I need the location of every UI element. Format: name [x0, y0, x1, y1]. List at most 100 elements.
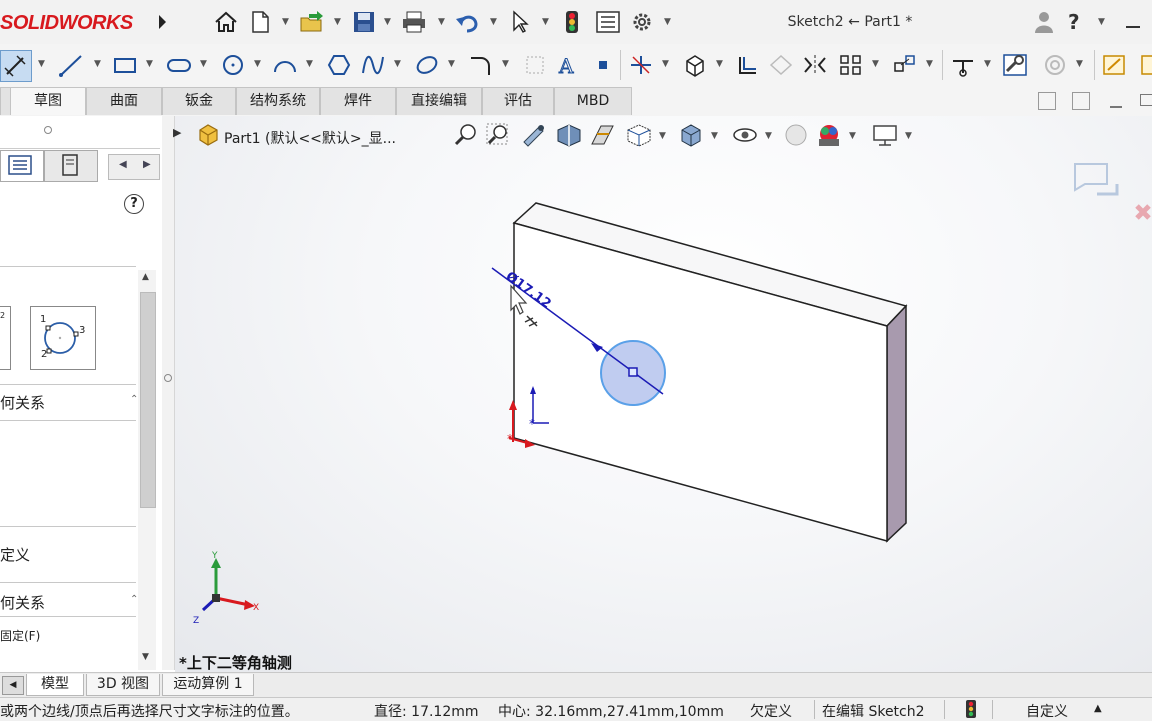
tile-left-icon[interactable]	[1038, 92, 1056, 110]
circle-dropdown-caret[interactable]: ▼	[254, 59, 261, 69]
arc-icon[interactable]	[270, 50, 300, 80]
quick-snaps-icon[interactable]	[1040, 50, 1070, 80]
print-dropdown-caret[interactable]: ▼	[438, 17, 445, 27]
help-circle-icon[interactable]: ?	[124, 194, 144, 214]
tab-direct-editing[interactable]: 直接编辑	[396, 87, 482, 115]
save-dropdown-caret[interactable]: ▼	[384, 17, 391, 27]
print-icon[interactable]	[400, 8, 428, 36]
fillet-icon[interactable]	[466, 50, 496, 80]
ellipse-dropdown-caret[interactable]: ▼	[448, 59, 455, 69]
unit-system-selector[interactable]: 自定义	[1026, 701, 1068, 721]
pane-grip-icon[interactable]	[44, 126, 52, 134]
home-icon[interactable]	[212, 8, 240, 36]
tab-3d-views[interactable]: 3D 视图	[86, 674, 160, 696]
tile-right-icon[interactable]	[1072, 92, 1090, 110]
polygon-icon[interactable]	[324, 50, 354, 80]
tab-structure-system[interactable]: 结构系统	[236, 87, 320, 115]
open-dropdown-caret[interactable]: ▼	[334, 17, 341, 27]
scroll-right-icon[interactable]: ▶	[143, 159, 151, 170]
convert-dropdown-caret[interactable]: ▼	[716, 59, 723, 69]
move-icon[interactable]	[890, 50, 920, 80]
help-button[interactable]: ?	[1068, 10, 1080, 34]
spline-icon[interactable]	[358, 50, 388, 80]
existing-relations-heading[interactable]: 何关系	[0, 392, 45, 413]
menu-expand-arrow-icon[interactable]	[148, 8, 176, 36]
property-manager-tab-icon[interactable]	[44, 150, 98, 182]
fix-relation-option[interactable]: 固定(F)	[0, 627, 40, 644]
smart-dimension-icon[interactable]	[0, 50, 32, 82]
unit-system-caret-icon[interactable]: ▲	[1094, 703, 1102, 714]
dot-icon[interactable]	[588, 50, 618, 80]
minimize-doc-icon[interactable]	[1110, 106, 1122, 108]
options-dropdown-caret[interactable]: ▼	[664, 17, 671, 27]
reference-triad[interactable]: Y X Z	[189, 548, 269, 628]
minimize-window-icon[interactable]	[1126, 26, 1140, 28]
convert-entities-icon[interactable]	[680, 50, 710, 80]
slot-dropdown-caret[interactable]: ▼	[200, 59, 207, 69]
offset-on-surface-icon[interactable]	[766, 50, 796, 80]
line-icon[interactable]	[56, 50, 86, 80]
perimeter-circle-type-button[interactable]: 1 2 3	[30, 306, 96, 370]
arc-dropdown-caret[interactable]: ▼	[306, 59, 313, 69]
undo-dropdown-caret[interactable]: ▼	[490, 17, 497, 27]
pattern-dropdown-caret[interactable]: ▼	[872, 59, 879, 69]
new-dropdown-caret[interactable]: ▼	[282, 17, 289, 27]
pane-tab-scroller[interactable]: ◀ ▶	[108, 154, 160, 180]
tab-sketch[interactable]: 草图	[10, 87, 86, 115]
instant2d-icon[interactable]	[1100, 50, 1130, 80]
text-icon[interactable]: A	[554, 50, 584, 80]
mirror-icon[interactable]	[800, 50, 830, 80]
graphics-area[interactable]: ▶ Part1 (默认<<默认>_显... ▼ ▼ ▼ ▼ ▼ Ø17.12 *…	[173, 116, 1152, 672]
move-dropdown-caret[interactable]: ▼	[926, 59, 933, 69]
options-gear-icon[interactable]	[628, 8, 656, 36]
tab-model[interactable]: 模型	[26, 674, 84, 696]
rectangle-dropdown-caret[interactable]: ▼	[146, 59, 153, 69]
open-icon[interactable]	[298, 8, 326, 36]
spline-dropdown-caret[interactable]: ▼	[394, 59, 401, 69]
line-dropdown-caret[interactable]: ▼	[94, 59, 101, 69]
undo-icon[interactable]	[454, 8, 482, 36]
ellipse-icon[interactable]	[412, 50, 442, 80]
trim-dropdown-caret[interactable]: ▼	[662, 59, 669, 69]
rebuild-status-icon[interactable]	[966, 700, 976, 722]
rebuild-traffic-light-icon[interactable]	[558, 8, 586, 36]
circle-icon[interactable]	[218, 50, 248, 80]
add-relations-heading[interactable]: 何关系	[0, 592, 45, 613]
display-relations-icon[interactable]	[948, 50, 978, 80]
splitter-grip-icon[interactable]	[164, 374, 172, 382]
pane-scrollbar[interactable]: ▲ ▼	[138, 270, 156, 670]
user-account-icon[interactable]	[1030, 8, 1058, 36]
feature-manager-tab-icon[interactable]	[0, 150, 44, 182]
select-dropdown-caret[interactable]: ▼	[542, 17, 549, 27]
scrollbar-thumb[interactable]	[140, 292, 156, 508]
center-circle-type-button[interactable]: 2	[0, 306, 11, 370]
select-pointer-icon[interactable]	[506, 8, 534, 36]
scroll-up-icon[interactable]: ▲	[142, 272, 149, 282]
new-document-icon[interactable]	[246, 8, 274, 36]
offset-icon[interactable]	[732, 50, 762, 80]
linear-pattern-icon[interactable]	[836, 50, 866, 80]
help-dropdown-caret[interactable]: ▼	[1098, 17, 1105, 27]
rectangle-icon[interactable]	[110, 50, 140, 80]
point-icon[interactable]	[520, 50, 550, 80]
tab-surfaces[interactable]: 曲面	[86, 87, 162, 115]
part-model-canvas[interactable]: Ø17.12 * *	[175, 116, 1152, 672]
scroll-left-icon[interactable]: ◀	[119, 159, 127, 170]
slot-icon[interactable]	[164, 50, 194, 80]
restore-doc-icon[interactable]	[1140, 94, 1152, 106]
save-icon[interactable]	[350, 8, 378, 36]
scroll-down-icon[interactable]: ▼	[142, 652, 149, 662]
tab-weldments[interactable]: 焊件	[320, 87, 396, 115]
tab-evaluate[interactable]: 评估	[482, 87, 554, 115]
tab-motion-study[interactable]: 运动算例 1	[162, 674, 254, 696]
trim-icon[interactable]	[626, 50, 656, 80]
dimension-dropdown-caret[interactable]: ▼	[38, 59, 45, 69]
relations-dropdown-caret[interactable]: ▼	[984, 59, 991, 69]
repair-sketch-icon[interactable]	[1000, 50, 1030, 80]
rapid-sketch-icon[interactable]	[1134, 50, 1152, 80]
tab-mbd[interactable]: MBD	[554, 87, 632, 115]
fillet-dropdown-caret[interactable]: ▼	[502, 59, 509, 69]
snaps-dropdown-caret[interactable]: ▼	[1076, 59, 1083, 69]
tab-scroll-left-icon[interactable]: ◀	[2, 676, 24, 695]
pane-splitter[interactable]	[162, 116, 175, 670]
